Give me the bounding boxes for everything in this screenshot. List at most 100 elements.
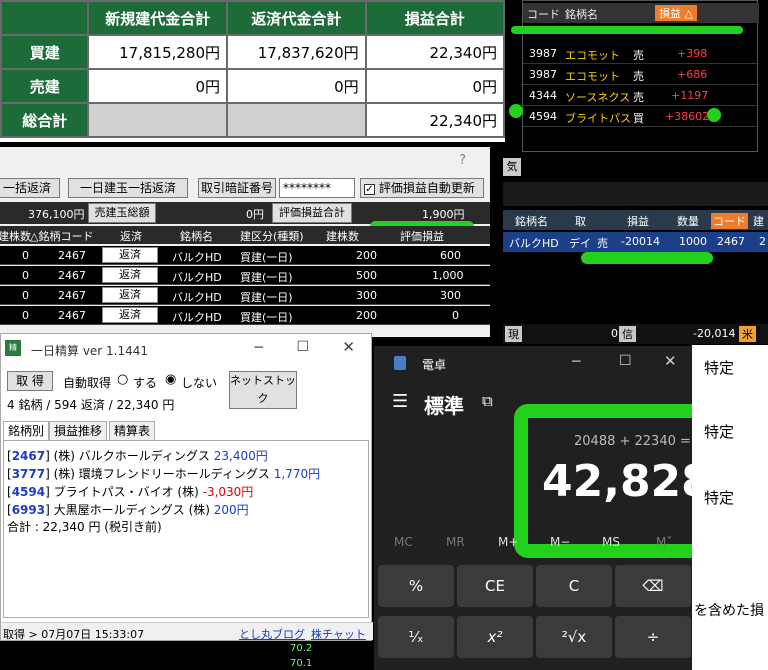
header-pl[interactable]: 損益 △: [655, 5, 697, 21]
trading-window: ? 一括返済 一日建玉一括返済 取引暗証番号 ******** ✓ 評価損益自動…: [0, 147, 490, 337]
auto-label: 自動取得: [63, 376, 112, 390]
radio-off-label[interactable]: しない: [181, 374, 217, 391]
backspace-button[interactable]: ⌫: [615, 565, 691, 607]
clear-button[interactable]: C: [536, 565, 612, 607]
maximize-icon[interactable]: ☐: [296, 339, 309, 355]
return-button[interactable]: 返済: [102, 287, 158, 303]
window-title: 一日精算 ver 1.1441: [1, 334, 371, 364]
mlist-button[interactable]: M˅: [656, 535, 672, 549]
return-button[interactable]: 返済: [102, 267, 158, 283]
stock-list-header: コード 銘柄名 損益 △: [523, 3, 759, 23]
bulk-return-button[interactable]: 一括返済: [0, 178, 60, 198]
day-bulk-return-button[interactable]: 一日建玉一括返済: [68, 178, 188, 198]
square-button[interactable]: x²: [457, 616, 533, 658]
position-board: 気 銘柄名 取 損益 数量 コード 建 バルクHD デイ 売 -20014 10…: [503, 152, 768, 347]
list-item[interactable]: [2467] (株) バルクホールディングス 23,400円: [7, 447, 268, 464]
return-button[interactable]: 返済: [102, 307, 158, 323]
list-item[interactable]: [4594] ブライトパス・バイオ (株) -3,030円: [7, 483, 253, 500]
board-row[interactable]: バルクHD デイ 売 -20014 1000 2467 2: [503, 232, 768, 252]
list-item[interactable]: 3987 エコモット 売 +398: [523, 43, 759, 64]
account-type-label: 特定: [704, 489, 735, 507]
mode-label: 標準: [424, 394, 464, 418]
minimize-icon[interactable]: ─: [572, 354, 580, 370]
account-type-label: 特定: [704, 359, 735, 377]
account-type-label: 特定: [704, 423, 735, 441]
mr-button[interactable]: MR: [446, 535, 465, 549]
auto-update-checkbox[interactable]: ✓ 評価損益自動更新: [360, 178, 484, 198]
mminus-button[interactable]: M−: [550, 535, 570, 549]
cell-value: 17,837,620円: [226, 34, 367, 70]
tab-pl-trend[interactable]: 損益推移: [49, 421, 108, 441]
pin-label: 取引暗証番号: [198, 178, 276, 198]
row-label-sell: 売建: [0, 68, 90, 104]
board-toolbar: [503, 182, 768, 206]
cell-value: 0円: [87, 68, 229, 104]
grid-header: 建株数 △銘柄コード 返済 銘柄名 建区分(種類) 建株数 評価損益: [0, 226, 490, 244]
cell-value: 17,815,280円: [87, 34, 229, 70]
total-line: 合計 : 22,340 円 (税引き前): [7, 520, 162, 534]
list-item[interactable]: 4344 ソースネクス 売 +1197: [523, 85, 759, 106]
table-row[interactable]: 0 2467 返済 バルクHD 買建(一日) 200 0: [0, 306, 490, 325]
note-text: を含めた損: [694, 603, 764, 619]
cell-value: 0円: [226, 68, 367, 104]
summary-corner: [0, 0, 90, 36]
reciprocal-button[interactable]: ¹⁄ₓ: [378, 616, 454, 658]
header-pl-total: 損益合計: [364, 0, 506, 36]
tab-settlement[interactable]: 精算表: [109, 421, 156, 441]
divide-button[interactable]: ÷: [615, 616, 691, 658]
list-item[interactable]: [3777] (株) 環境フレンドリーホールディングス 1,770円: [7, 465, 320, 482]
chart-strip: 70.2 70.1: [0, 641, 374, 670]
calculator-window: 電卓 ─ ☐ ✕ ☰ 標準 ⧉ 20488 + 22340 = 42,828 M…: [374, 346, 726, 670]
tab-by-stock[interactable]: 銘柄別: [3, 421, 50, 441]
mc-button[interactable]: MC: [394, 535, 413, 549]
netstock-button[interactable]: ネットストック: [229, 371, 297, 409]
chat-link[interactable]: 株チャット: [311, 626, 366, 642]
table-row[interactable]: 0 2467 返済 バルクHD 買建(一日) 200 600: [0, 246, 490, 265]
menu-icon[interactable]: ☰: [392, 391, 408, 412]
radio-on-icon[interactable]: ○: [117, 372, 128, 387]
board-footer: 現 0 信 -20,014 米: [503, 324, 768, 344]
sqrt-button[interactable]: ²√x: [536, 616, 612, 658]
list-item[interactable]: 4594 ブライトパス 買 +38602: [523, 106, 759, 127]
board-tag[interactable]: 気: [503, 158, 521, 176]
ms-button[interactable]: MS: [602, 535, 620, 549]
maximize-icon[interactable]: ☐: [619, 353, 632, 369]
clear-entry-button[interactable]: CE: [457, 565, 533, 607]
highlight-dot: [707, 108, 721, 122]
row-label-buy: 買建: [0, 34, 90, 70]
row-label-total: 総合計: [0, 102, 90, 138]
cell-value: 0円: [364, 68, 506, 104]
radio-off-icon[interactable]: ◉: [165, 372, 176, 387]
highlight-dot: [509, 104, 523, 118]
radio-on-label[interactable]: する: [133, 374, 157, 391]
cell-value: 22,340円: [364, 102, 506, 138]
checkbox-icon[interactable]: ✓: [364, 184, 375, 195]
mplus-button[interactable]: M+: [498, 535, 518, 549]
fetch-button[interactable]: 取 得: [7, 371, 53, 391]
window-title: 電卓: [422, 358, 447, 372]
list-item[interactable]: 3987 エコモット 売 +686: [523, 64, 759, 85]
status-bar: 取得 > 07月07日 15:33:07 とし丸ブログ 株チャット: [1, 622, 373, 642]
header-name[interactable]: 銘柄名: [565, 6, 598, 22]
percent-button[interactable]: %: [378, 565, 454, 607]
short-total-button[interactable]: 売建玉総額: [88, 203, 156, 223]
minimize-icon[interactable]: ─: [255, 340, 263, 356]
cell-value: 22,340円: [364, 34, 506, 70]
help-icon[interactable]: ?: [459, 153, 466, 168]
list-item[interactable]: [6993] 大黒屋ホールディングス (株) 200円: [7, 501, 249, 518]
calculator-icon: [394, 356, 406, 370]
status-line: 4 銘柄 / 594 返済 / 22,340 円: [7, 398, 175, 412]
blog-link[interactable]: とし丸ブログ: [239, 626, 305, 642]
return-button[interactable]: 返済: [102, 247, 158, 263]
header-return-total: 返済代金合計: [226, 0, 367, 36]
close-icon[interactable]: ✕: [664, 352, 677, 370]
pin-field[interactable]: ********: [279, 178, 355, 198]
table-row[interactable]: 0 2467 返済 バルクHD 買建(一日) 300 300: [0, 286, 490, 305]
close-icon[interactable]: ✕: [342, 338, 355, 356]
keep-on-top-icon[interactable]: ⧉: [482, 392, 493, 410]
table-row[interactable]: 0 2467 返済 バルクHD 買建(一日) 500 1,000: [0, 266, 490, 285]
stock-list-panel: コード 銘柄名 損益 △ 3987 エコモット 売 +398 3987 エコモッ…: [509, 0, 759, 152]
app-icon: 精: [5, 340, 21, 356]
eval-total-button[interactable]: 評価損益合計: [272, 203, 352, 223]
header-code[interactable]: コード: [527, 6, 560, 22]
